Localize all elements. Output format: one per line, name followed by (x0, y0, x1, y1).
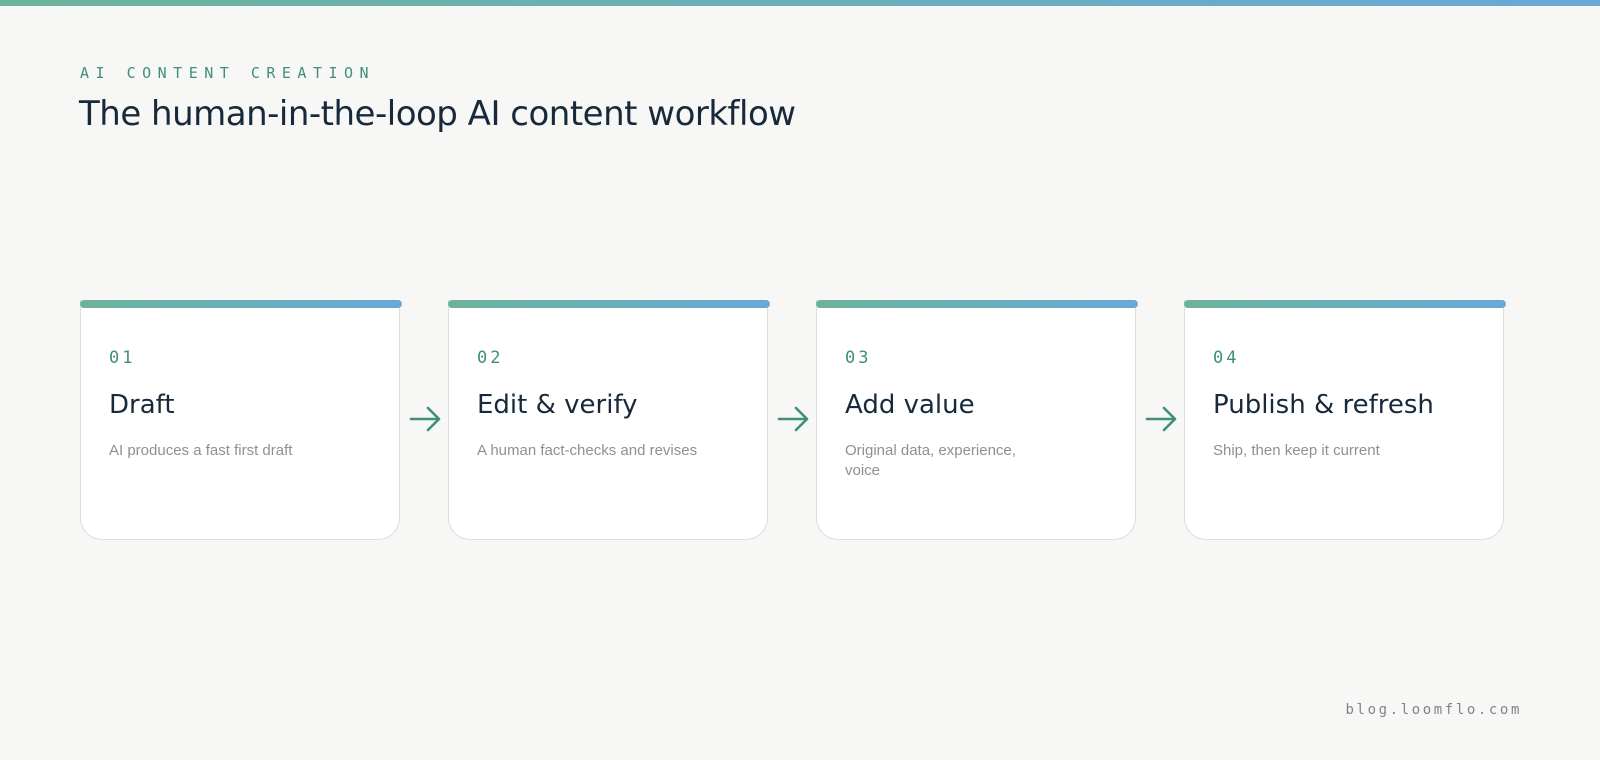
step-accent-bar (816, 300, 1138, 308)
step-number: 01 (109, 348, 136, 368)
page-title: The human-in-the-loop AI content workflo… (79, 94, 796, 134)
step-card-add-value: 03 Add value Original data, experience, … (816, 300, 1138, 540)
step-accent-bar (1184, 300, 1506, 308)
step-description: AI produces a fast first draft (109, 442, 293, 459)
arrow-right-icon (777, 406, 809, 432)
step-card-draft: 01 Draft AI produces a fast first draft (80, 300, 402, 540)
step-accent-bar (80, 300, 402, 308)
top-gradient-bar (0, 0, 1600, 6)
footer-url: blog.loomflo.com (1345, 702, 1522, 718)
step-number: 02 (477, 348, 504, 368)
step-description: Ship, then keep it current (1213, 442, 1380, 459)
step-title: Add value (845, 390, 975, 420)
step-title: Publish & refresh (1213, 390, 1434, 420)
step-description: A human fact-checks and revises (477, 442, 698, 459)
step-card-publish-refresh: 04 Publish & refresh Ship, then keep it … (1184, 300, 1506, 540)
step-description: Original data, experience, voice (845, 442, 1016, 479)
step-title: Edit & verify (477, 390, 638, 420)
eyebrow-label: AI CONTENT CREATION (80, 64, 376, 82)
step-number: 04 (1213, 348, 1240, 368)
step-number: 03 (845, 348, 872, 368)
step-title: Draft (109, 390, 175, 420)
step-accent-bar (448, 300, 770, 308)
arrow-right-icon (1145, 406, 1177, 432)
arrow-right-icon (409, 406, 441, 432)
workflow-diagram: 01 Draft AI produces a fast first draft … (80, 300, 1506, 540)
step-card-edit-verify: 02 Edit & verify A human fact-checks and… (448, 300, 770, 540)
